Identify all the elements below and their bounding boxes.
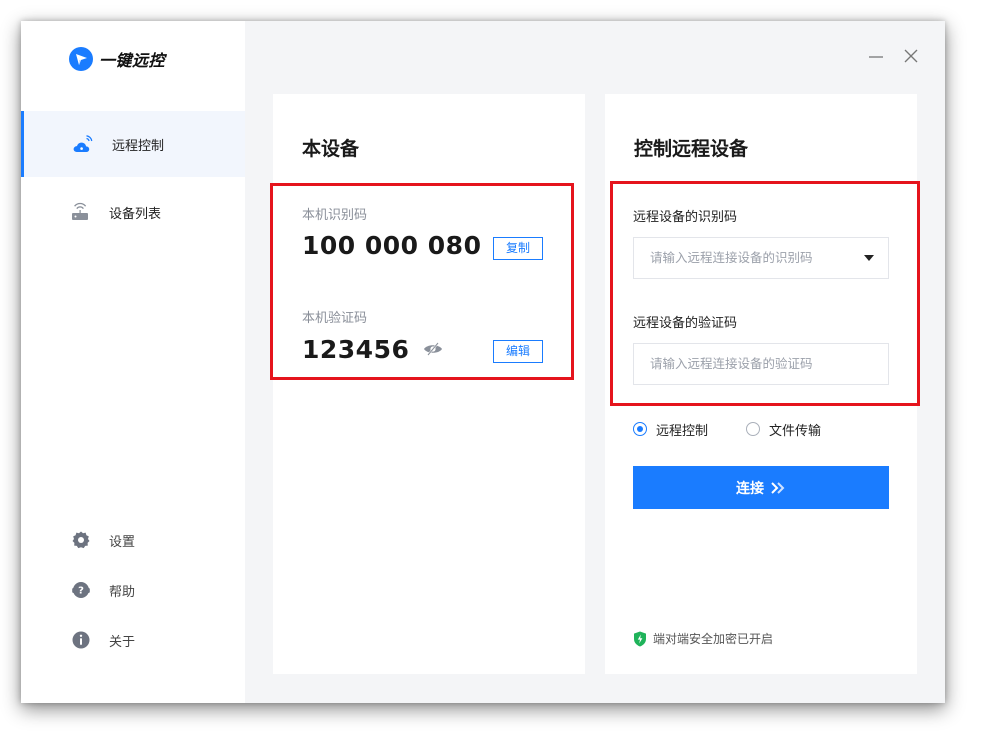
info-icon — [72, 631, 90, 649]
sidebar-item-settings[interactable]: 设置 — [21, 525, 245, 555]
cloud-remote-icon — [73, 135, 93, 152]
sidebar-item-label: 帮助 — [109, 585, 136, 600]
double-chevron-right-icon — [771, 481, 785, 494]
remote-id-label: 远程设备的识别码 — [633, 210, 738, 225]
app-window: 一键远控 远程控制 设备列表 设置 ? 帮助 关于 本设备 本机识别码 100 … — [21, 21, 945, 703]
svg-text:?: ? — [78, 586, 84, 597]
sidebar-item-device-list[interactable]: 设备列表 — [21, 179, 245, 245]
router-device-icon — [72, 202, 88, 220]
copy-button[interactable]: 复制 — [493, 237, 543, 260]
sidebar-item-about[interactable]: 关于 — [21, 625, 245, 655]
edit-button[interactable]: 编辑 — [493, 340, 543, 363]
connect-button[interactable]: 连接 — [633, 466, 889, 509]
mode-radio-remote-control[interactable]: 远程控制 — [633, 420, 709, 439]
remote-code-input[interactable]: 请输入远程连接设备的验证码 — [633, 343, 889, 385]
sidebar-item-label: 设置 — [109, 535, 136, 550]
sidebar: 一键远控 远程控制 设备列表 设置 ? 帮助 关于 — [21, 21, 245, 703]
sidebar-item-label: 设备列表 — [109, 207, 162, 222]
help-chat-icon: ? — [72, 582, 90, 598]
security-status: 端对端安全加密已开启 — [633, 630, 773, 647]
remote-device-title: 控制远程设备 — [634, 138, 749, 160]
remote-id-input[interactable]: 请输入远程连接设备的识别码 — [633, 237, 889, 279]
remote-code-label: 远程设备的验证码 — [633, 316, 738, 331]
app-logo-icon — [69, 47, 93, 71]
sidebar-item-label: 远程控制 — [112, 139, 165, 154]
shield-check-icon — [634, 631, 646, 646]
remote-device-card: 控制远程设备 远程设备的识别码 请输入远程连接设备的识别码 远程设备的验证码 请… — [605, 94, 920, 674]
app-name: 一键远控 — [99, 51, 166, 70]
gear-icon — [72, 531, 90, 549]
security-note: 端对端安全加密已开启 — [653, 632, 774, 646]
local-code-label: 本机验证码 — [302, 311, 368, 326]
brand: 一键远控 — [69, 47, 165, 71]
local-device-card: 本设备 本机识别码 100 000 080 复制 本机验证码 123456 编辑 — [270, 94, 585, 674]
eye-hidden-icon[interactable] — [423, 342, 443, 356]
local-code-value: 123456 — [302, 335, 410, 364]
sidebar-item-label: 关于 — [109, 635, 136, 650]
local-id-label: 本机识别码 — [302, 208, 368, 223]
connect-label: 连接 — [736, 480, 764, 497]
minimize-icon[interactable] — [865, 45, 887, 67]
local-device-title: 本设备 — [302, 138, 360, 160]
radio-selected-icon — [633, 422, 647, 436]
sidebar-item-remote-control[interactable]: 远程控制 — [21, 111, 245, 177]
close-icon[interactable] — [900, 45, 922, 67]
radio-unselected-icon — [746, 422, 760, 436]
mode-label: 远程控制 — [656, 423, 709, 439]
mode-label: 文件传输 — [769, 423, 822, 439]
chevron-down-icon[interactable] — [864, 255, 874, 261]
remote-id-placeholder: 请输入远程连接设备的识别码 — [650, 250, 813, 265]
mode-radio-file-transfer[interactable]: 文件传输 — [746, 420, 822, 439]
remote-code-placeholder: 请输入远程连接设备的验证码 — [650, 356, 813, 371]
local-id-value: 100 000 080 — [302, 231, 482, 260]
sidebar-item-help[interactable]: ? 帮助 — [21, 575, 245, 605]
